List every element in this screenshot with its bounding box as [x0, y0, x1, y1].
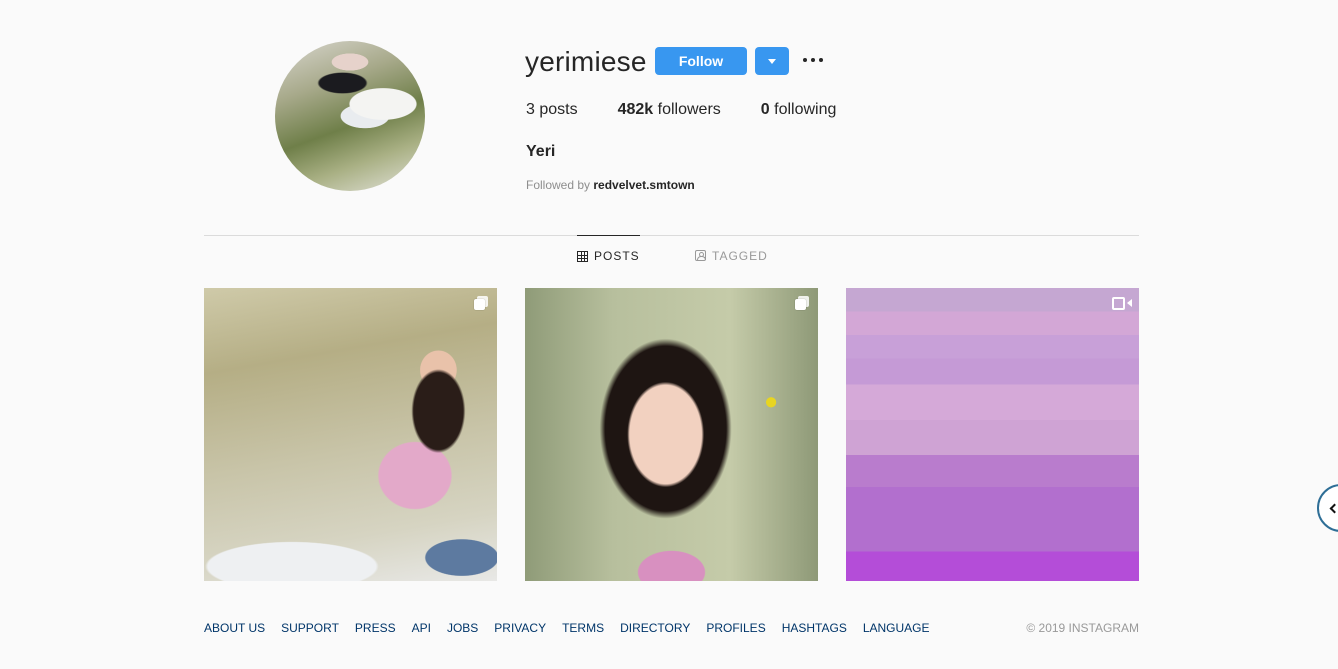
- footer-link-support[interactable]: SUPPORT: [281, 621, 339, 635]
- tab-posts-label: POSTS: [594, 249, 640, 263]
- tab-tagged[interactable]: TAGGED: [695, 235, 768, 275]
- post-thumbnail[interactable]: [525, 288, 818, 581]
- following-count: 0: [760, 101, 770, 118]
- grid-icon: [577, 250, 588, 262]
- footer-link-api[interactable]: API: [412, 621, 431, 635]
- side-panel-toggle[interactable]: [1317, 484, 1338, 532]
- multiple-images-icon: [474, 296, 488, 310]
- followers-count: 482k: [617, 101, 654, 118]
- footer-link-profiles[interactable]: PROFILES: [706, 621, 765, 635]
- dot-icon: [819, 58, 823, 62]
- followed-by: Followed by redvelvet.smtown: [526, 178, 695, 192]
- section-divider: [204, 235, 1139, 236]
- following-label: following: [769, 101, 837, 118]
- profile-username: yerimiese: [525, 46, 647, 77]
- posts-stat: 3 posts: [526, 101, 578, 119]
- footer-link-terms[interactable]: TERMS: [562, 621, 604, 635]
- followers-stat[interactable]: 482k followers: [618, 101, 721, 119]
- tab-tagged-label: TAGGED: [712, 248, 768, 263]
- followed-by-user[interactable]: redvelvet.smtown: [593, 178, 694, 192]
- video-camera-icon: [1112, 297, 1132, 310]
- profile-full-name: Yeri: [526, 143, 556, 160]
- footer-link-directory[interactable]: DIRECTORY: [620, 621, 690, 635]
- suggested-accounts-button[interactable]: [755, 47, 789, 75]
- dot-icon: [803, 58, 807, 62]
- posts-count: 3: [526, 101, 535, 118]
- followers-label: followers: [653, 101, 721, 118]
- posts-label: posts: [534, 101, 578, 118]
- post-thumbnail[interactable]: [204, 288, 497, 581]
- caret-down-icon: [768, 58, 776, 64]
- more-options-button[interactable]: [803, 52, 823, 68]
- footer-link-about[interactable]: ABOUT US: [204, 621, 265, 635]
- footer-link-press[interactable]: PRESS: [355, 621, 396, 635]
- profile-avatar[interactable]: [275, 41, 425, 191]
- chevron-left-icon: [1329, 503, 1338, 514]
- followed-by-prefix: Followed by: [526, 178, 591, 192]
- copyright: © 2019 INSTAGRAM: [1026, 621, 1139, 635]
- post-thumbnail[interactable]: [846, 288, 1139, 581]
- follow-button[interactable]: Follow: [655, 47, 747, 75]
- footer-link-jobs[interactable]: JOBS: [447, 621, 478, 635]
- multiple-images-icon: [795, 296, 809, 310]
- following-stat[interactable]: 0 following: [761, 101, 837, 119]
- footer-nav: ABOUT US SUPPORT PRESS API JOBS PRIVACY …: [204, 621, 946, 635]
- footer-link-language[interactable]: LANGUAGE: [863, 621, 930, 635]
- profile-stats: 3 posts 482k followers 0 following: [526, 101, 876, 119]
- tagged-user-icon: [695, 250, 706, 261]
- footer-link-hashtags[interactable]: HASHTAGS: [782, 621, 847, 635]
- footer-link-privacy[interactable]: PRIVACY: [494, 621, 546, 635]
- tab-posts[interactable]: POSTS: [577, 235, 640, 275]
- dot-icon: [811, 58, 815, 62]
